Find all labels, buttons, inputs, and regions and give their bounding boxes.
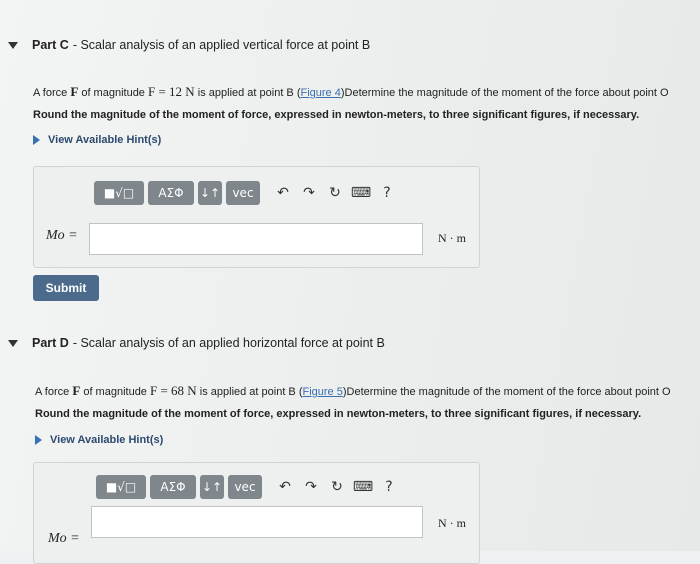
- subscript-superscript-button[interactable]: ↓↑: [200, 475, 224, 499]
- part-c-answer-input[interactable]: [89, 223, 423, 255]
- part-c-equation: F = 12 N: [148, 84, 195, 99]
- undo-icon[interactable]: ↶: [272, 479, 298, 495]
- redo-icon[interactable]: ↷: [298, 479, 324, 495]
- part-d-answer-input[interactable]: [91, 506, 423, 538]
- reset-icon[interactable]: ↻: [324, 479, 350, 495]
- part-c-problem: A force F of magnitude F = 12 N is appli…: [33, 84, 669, 99]
- template-button[interactable]: ■√□: [94, 181, 144, 205]
- undo-icon[interactable]: ↶: [270, 185, 296, 201]
- greek-symbols-button[interactable]: ΑΣΦ: [150, 475, 196, 499]
- part-c-title: - Scalar analysis of an applied vertical…: [72, 38, 371, 52]
- part-d-instruction: Round the magnitude of the moment of for…: [35, 408, 642, 420]
- collapse-caret-icon[interactable]: [8, 41, 18, 49]
- part-d-answer-box: ■√□ ΑΣΦ ↓↑ vec ↶ ↷ ↻ ⌨ ? Mo = N · m: [33, 462, 480, 564]
- part-d-problem: A force F of magnitude F = 68 N is appli…: [35, 383, 671, 398]
- part-c-label: Part C: [32, 38, 69, 52]
- keyboard-icon[interactable]: ⌨: [348, 185, 374, 201]
- vector-button[interactable]: vec: [228, 475, 262, 499]
- help-icon[interactable]: ?: [376, 479, 402, 495]
- redo-icon[interactable]: ↷: [296, 185, 322, 201]
- submit-button[interactable]: Submit: [33, 275, 99, 301]
- help-icon[interactable]: ?: [374, 185, 400, 201]
- part-d-equation: F = 68 N: [150, 383, 197, 398]
- vector-button[interactable]: vec: [226, 181, 260, 205]
- part-c-instruction: Round the magnitude of the moment of for…: [33, 109, 640, 121]
- figure-5-link[interactable]: Figure 5: [303, 386, 343, 398]
- expand-triangle-icon: [35, 435, 42, 445]
- part-d-toolbar: ■√□ ΑΣΦ ↓↑ vec ↶ ↷ ↻ ⌨ ?: [96, 475, 402, 499]
- part-c-unit: N · m: [438, 231, 466, 245]
- part-c-header[interactable]: Part C - Scalar analysis of an applied v…: [8, 38, 370, 52]
- part-d-variable-label: Mo =: [48, 531, 80, 546]
- part-d-title: - Scalar analysis of an applied horizont…: [72, 336, 385, 350]
- subscript-superscript-button[interactable]: ↓↑: [198, 181, 222, 205]
- part-c-toolbar: ■√□ ΑΣΦ ↓↑ vec ↶ ↷ ↻ ⌨ ?: [94, 181, 400, 205]
- collapse-caret-icon[interactable]: [8, 339, 18, 347]
- reset-icon[interactable]: ↻: [322, 185, 348, 201]
- part-d-label: Part D: [32, 336, 69, 350]
- part-c-hint-toggle[interactable]: View Available Hint(s): [33, 134, 161, 146]
- expand-triangle-icon: [33, 135, 40, 145]
- part-d-unit: N · m: [438, 516, 466, 530]
- figure-4-link[interactable]: Figure 4: [301, 87, 341, 99]
- part-d-header[interactable]: Part D - Scalar analysis of an applied h…: [8, 336, 385, 350]
- page: Part C - Scalar analysis of an applied v…: [0, 0, 700, 564]
- part-c-variable-label: Mo =: [46, 228, 78, 243]
- part-c-answer-box: ■√□ ΑΣΦ ↓↑ vec ↶ ↷ ↻ ⌨ ? Mo = N · m: [33, 166, 480, 268]
- part-d-hint-toggle[interactable]: View Available Hint(s): [35, 434, 163, 446]
- keyboard-icon[interactable]: ⌨: [350, 479, 376, 495]
- greek-symbols-button[interactable]: ΑΣΦ: [148, 181, 194, 205]
- template-button[interactable]: ■√□: [96, 475, 146, 499]
